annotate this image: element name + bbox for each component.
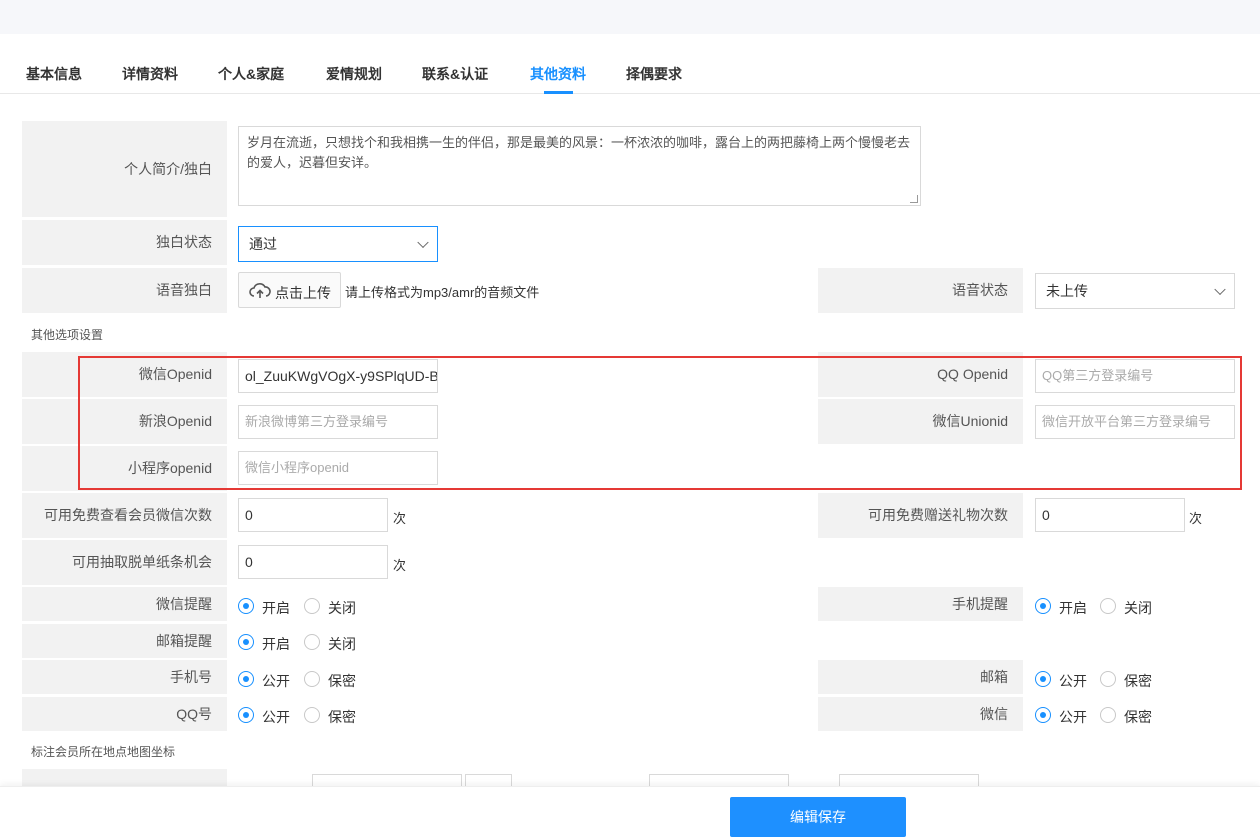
wechat-privacy-label: 微信 <box>818 697 1023 731</box>
qq-privacy-private-label: 保密 <box>328 709 356 725</box>
email-remind-on-radio[interactable] <box>238 634 254 650</box>
resize-grip-icon[interactable] <box>910 195 918 203</box>
phone-privacy-public-radio[interactable] <box>238 671 254 687</box>
phone-privacy-private-radio[interactable] <box>304 671 320 687</box>
tab-bar: 基本信息 详情资料 个人&家庭 爱情规划 联系&认证 其他资料 择偶要求 <box>0 52 1260 94</box>
miniprogram-openid-label: 小程序openid <box>22 446 227 491</box>
voice-status-label: 语音状态 <box>818 268 1023 313</box>
email-remind-off-radio[interactable] <box>304 634 320 650</box>
email-remind-on-label: 开启 <box>262 636 290 652</box>
monologue-status-label: 独白状态 <box>22 220 227 265</box>
wechat-privacy-public-radio[interactable] <box>1035 707 1051 723</box>
wechat-remind-label: 微信提醒 <box>22 587 227 621</box>
note-draw-unit: 次 <box>393 558 407 573</box>
phone-remind-on-label: 开启 <box>1059 600 1087 616</box>
intro-text: 岁月在流逝，只想找个和我相携一生的伴侣，那是最美的风景：一杯浓浓的咖啡，露台上的… <box>247 135 911 170</box>
email-remind-label: 邮箱提醒 <box>22 624 227 658</box>
map-section-title: 标注会员所在地点地图坐标 <box>31 745 176 759</box>
save-button[interactable]: 编辑保存 <box>730 797 906 837</box>
monologue-status-select[interactable]: 通过 <box>238 226 438 262</box>
email-remind-off-label: 关闭 <box>328 636 356 652</box>
phone-remind-label: 手机提醒 <box>818 587 1023 621</box>
other-settings-title: 其他选项设置 <box>31 328 104 342</box>
tab-personal-family[interactable]: 个人&家庭 <box>218 64 284 84</box>
tab-basic-info[interactable]: 基本信息 <box>26 64 82 84</box>
email-privacy-public-radio[interactable] <box>1035 671 1051 687</box>
upload-button[interactable]: 点击上传 <box>238 272 341 308</box>
phone-remind-off-radio[interactable] <box>1100 598 1116 614</box>
phone-privacy-private-label: 保密 <box>328 673 356 689</box>
monologue-status-value: 通过 <box>249 236 277 252</box>
wechat-unionid-input[interactable]: 微信开放平台第三方登录编号 <box>1035 405 1235 439</box>
phone-privacy-label: 手机号 <box>22 660 227 694</box>
wechat-privacy-private-radio[interactable] <box>1100 707 1116 723</box>
tab-contact-auth[interactable]: 联系&认证 <box>422 64 488 84</box>
free-wechat-view-input[interactable]: 0 <box>238 498 388 532</box>
phone-privacy-public-label: 公开 <box>262 673 290 689</box>
free-gift-label: 可用免费赠送礼物次数 <box>818 493 1023 538</box>
email-privacy-public-label: 公开 <box>1059 673 1087 689</box>
qq-openid-label: QQ Openid <box>818 352 1023 397</box>
wechat-privacy-private-label: 保密 <box>1124 709 1152 725</box>
qq-openid-input[interactable]: QQ第三方登录编号 <box>1035 359 1235 393</box>
wechat-openid-label: 微信Openid <box>22 352 227 397</box>
voice-label: 语音独白 <box>22 268 227 313</box>
intro-label: 个人简介/独白 <box>22 121 227 217</box>
wechat-openid-input[interactable]: ol_ZuuKWgVOgX-y9SPlqUD-B: <box>238 359 438 393</box>
qq-privacy-public-radio[interactable] <box>238 707 254 723</box>
tab-love-plan[interactable]: 爱情规划 <box>326 64 382 84</box>
note-draw-input[interactable]: 0 <box>238 545 388 579</box>
phone-remind-off-label: 关闭 <box>1124 600 1152 616</box>
email-privacy-private-label: 保密 <box>1124 673 1152 689</box>
free-gift-input[interactable]: 0 <box>1035 498 1185 532</box>
chevron-down-icon <box>1214 283 1226 296</box>
wechat-remind-off-label: 关闭 <box>328 600 356 616</box>
email-privacy-label: 邮箱 <box>818 660 1023 694</box>
email-privacy-private-radio[interactable] <box>1100 671 1116 687</box>
qq-privacy-label: QQ号 <box>22 697 227 731</box>
sina-openid-input[interactable]: 新浪微博第三方登录编号 <box>238 405 438 439</box>
note-draw-label: 可用抽取脱单纸条机会 <box>22 540 227 585</box>
voice-status-value: 未上传 <box>1046 283 1088 299</box>
upload-button-label: 点击上传 <box>275 285 331 301</box>
upload-hint: 请上传格式为mp3/amr的音频文件 <box>345 285 540 300</box>
sina-openid-label: 新浪Openid <box>22 399 227 444</box>
free-wechat-view-label: 可用免费查看会员微信次数 <box>22 493 227 538</box>
active-tab-indicator <box>544 91 573 94</box>
tab-partner-requirements[interactable]: 择偶要求 <box>626 64 682 84</box>
tab-details[interactable]: 详情资料 <box>122 64 178 84</box>
tab-other-info[interactable]: 其他资料 <box>530 64 586 84</box>
cloud-upload-icon <box>249 282 271 303</box>
wechat-remind-on-radio[interactable] <box>238 598 254 614</box>
free-wechat-view-unit: 次 <box>393 511 407 526</box>
wechat-unionid-label: 微信Unionid <box>818 399 1023 444</box>
wechat-remind-off-radio[interactable] <box>304 598 320 614</box>
qq-privacy-public-label: 公开 <box>262 709 290 725</box>
footer-bar <box>0 786 1260 840</box>
free-gift-unit: 次 <box>1189 511 1203 526</box>
qq-privacy-private-radio[interactable] <box>304 707 320 723</box>
wechat-privacy-public-label: 公开 <box>1059 709 1087 725</box>
wechat-remind-on-label: 开启 <box>262 600 290 616</box>
chevron-down-icon <box>417 236 429 249</box>
top-strip <box>0 0 1260 34</box>
voice-status-select[interactable]: 未上传 <box>1035 273 1235 309</box>
phone-remind-on-radio[interactable] <box>1035 598 1051 614</box>
miniprogram-openid-input[interactable]: 微信小程序openid <box>238 451 438 485</box>
intro-textarea[interactable]: 岁月在流逝，只想找个和我相携一生的伴侣，那是最美的风景：一杯浓浓的咖啡，露台上的… <box>238 126 921 206</box>
